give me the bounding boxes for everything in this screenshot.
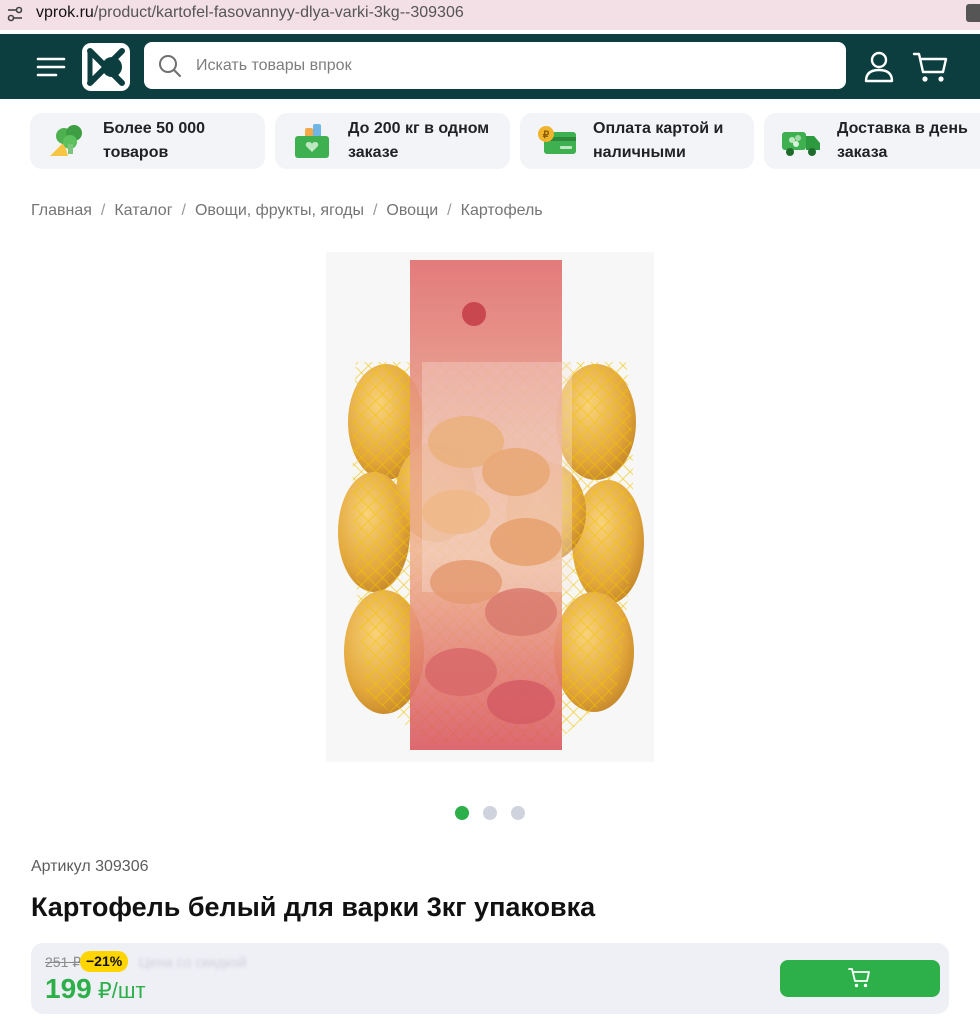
site-header <box>0 34 980 99</box>
breadcrumb-link[interactable]: Овощи, фрукты, ягоды <box>195 202 364 219</box>
price-value: 199 <box>45 973 92 1004</box>
feature-list: Более 50 000 товаров До 200 кг в одном з… <box>30 113 980 169</box>
potato-bag-image <box>338 260 644 750</box>
gallery-dot[interactable] <box>455 806 469 820</box>
logo-icon <box>87 48 125 86</box>
breadcrumb: Главная / Каталог / Овощи, фрукты, ягоды / Ово… <box>31 202 543 219</box>
breadcrumb-link[interactable]: Овощи <box>386 202 438 219</box>
breadcrumb-link[interactable]: Каталог <box>114 202 172 219</box>
add-to-cart-button[interactable] <box>780 960 940 997</box>
gallery-pagination <box>455 806 535 820</box>
logo[interactable] <box>82 43 130 91</box>
extension-icon[interactable] <box>966 4 980 22</box>
price-panel: 251 ₽ −21% Цена со скидкой 199 ₽/шт <box>31 943 949 1014</box>
gallery-dot[interactable] <box>511 806 525 820</box>
product-image[interactable] <box>326 252 654 762</box>
truck-icon <box>782 132 820 156</box>
search-input[interactable] <box>194 50 818 82</box>
site-settings-icon[interactable] <box>6 5 24 23</box>
card-coin-icon: ₽ <box>538 126 576 154</box>
product-title: Картофель белый для варки 3кг упаковка <box>31 892 596 922</box>
box-icon <box>295 124 329 158</box>
feature-text: Более 50 000 товаров <box>103 120 206 161</box>
address-url[interactable]: vprok.ru/product/kartofel-fasovannyy-dly… <box>36 4 464 22</box>
search-box[interactable] <box>144 42 846 89</box>
feature-item-delivery: Доставка в день заказа <box>764 113 980 169</box>
feature-item-weight: До 200 кг в одном заказе <box>275 113 510 169</box>
price-note: Цена со скидкой <box>139 954 247 970</box>
feature-item-assortment: Более 50 000 товаров <box>30 113 265 169</box>
cart-icon <box>848 968 870 988</box>
user-icon[interactable] <box>862 50 896 84</box>
search-icon[interactable] <box>158 54 182 78</box>
url-path: /product/kartofel-fasovannyy-dlya-varki-… <box>93 4 464 21</box>
address-bar[interactable]: vprok.ru/product/kartofel-fasovannyy-dly… <box>0 0 980 30</box>
old-price: 251 ₽ <box>45 954 82 970</box>
price-unit: ₽/шт <box>97 978 146 1003</box>
gallery-dot[interactable] <box>483 806 497 820</box>
current-price: 199 ₽/шт <box>45 973 146 1005</box>
broccoli-cheese-icon <box>50 125 82 156</box>
product-article: Артикул 309306 <box>31 858 149 875</box>
feature-text: Оплата картой и наличными <box>593 120 724 161</box>
feature-text: Доставка в день заказа <box>837 120 968 161</box>
url-host: vprok.ru <box>36 4 94 21</box>
breadcrumb-link[interactable]: Главная <box>31 202 92 219</box>
breadcrumb-link[interactable]: Картофель <box>461 202 543 219</box>
feature-text: До 200 кг в одном заказе <box>348 120 490 161</box>
svg-text:₽: ₽ <box>543 130 550 141</box>
discount-badge: −21% <box>80 951 129 972</box>
menu-icon[interactable] <box>36 54 66 80</box>
feature-item-payment: ₽ Оплата картой и наличными <box>520 113 754 169</box>
cart-icon[interactable] <box>912 50 950 84</box>
